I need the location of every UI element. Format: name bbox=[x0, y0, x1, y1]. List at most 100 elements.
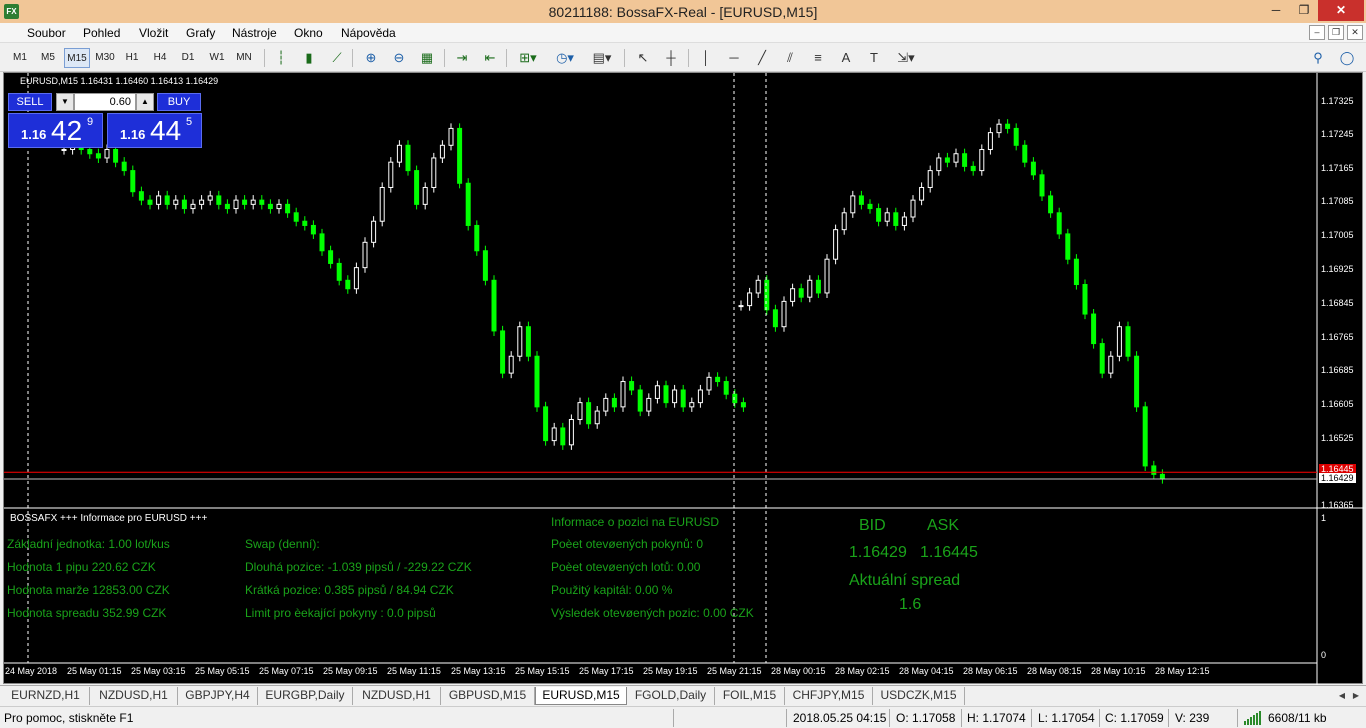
candle-body bbox=[190, 203, 196, 210]
status-separator bbox=[1031, 709, 1032, 727]
timeframe-m1[interactable]: M1 bbox=[9, 48, 31, 68]
zoom-out-icon[interactable]: ⊖ bbox=[388, 48, 410, 68]
candle-body bbox=[491, 279, 497, 332]
candle-body bbox=[362, 241, 368, 269]
timeframe-m15[interactable]: M15 bbox=[64, 48, 90, 68]
sell-button[interactable]: SELL bbox=[8, 93, 52, 111]
price-axis-label: 1.17245 bbox=[1321, 129, 1354, 139]
periods-clock-icon[interactable]: ◷▾ bbox=[550, 48, 580, 68]
sell-quote[interactable]: 1.16 42 9 bbox=[8, 113, 103, 148]
menu-charts[interactable]: Grafy bbox=[183, 25, 218, 41]
zoom-in-icon[interactable]: ⊕ bbox=[360, 48, 382, 68]
status-separator bbox=[889, 709, 890, 727]
tab-gbpusd-m15[interactable]: GBPUSD,M15 bbox=[441, 687, 535, 705]
candle-body bbox=[1073, 258, 1079, 286]
timeframe-m30[interactable]: M30 bbox=[92, 48, 118, 68]
status-separator bbox=[961, 709, 962, 727]
menu-file[interactable]: Soubor bbox=[24, 25, 69, 41]
menu-help[interactable]: Nápověda bbox=[338, 25, 399, 41]
candle-body bbox=[841, 212, 847, 231]
tab-chfjpy-m15[interactable]: CHFJPY,M15 bbox=[785, 687, 873, 705]
tab-eurnzd-h1[interactable]: EURNZD,H1 bbox=[2, 687, 90, 705]
candle-body bbox=[199, 199, 205, 205]
text-label-icon[interactable]: T bbox=[863, 48, 885, 68]
candle-body bbox=[858, 195, 864, 205]
timeframe-d1[interactable]: D1 bbox=[178, 48, 198, 68]
timeframe-mn[interactable]: MN bbox=[232, 48, 256, 68]
tab-usdczk-m15[interactable]: USDCZK,M15 bbox=[873, 687, 965, 705]
buy-quote[interactable]: 1.16 44 5 bbox=[107, 113, 202, 148]
price-axis-label: 1.17325 bbox=[1321, 96, 1354, 106]
arrows-icon[interactable]: ⇲▾ bbox=[891, 48, 921, 68]
candle-body bbox=[1056, 212, 1062, 235]
candle-body bbox=[302, 220, 308, 226]
horizontal-line-icon[interactable]: ─ bbox=[723, 48, 745, 68]
timeframe-h1[interactable]: H1 bbox=[122, 48, 142, 68]
status-separator bbox=[1237, 709, 1238, 727]
tab-fgold-daily[interactable]: FGOLD,Daily bbox=[627, 687, 715, 705]
fibonacci-icon[interactable]: ≡ bbox=[807, 48, 829, 68]
vertical-line-icon[interactable]: │ bbox=[695, 48, 717, 68]
menu-window[interactable]: Okno bbox=[291, 25, 326, 41]
tab-eurgbp-daily[interactable]: EURGBP,Daily bbox=[258, 687, 353, 705]
lot-size-input[interactable]: 0.60 bbox=[74, 93, 136, 111]
bid-value: 1.16429 bbox=[849, 544, 907, 561]
tab-gbpjpy-h4[interactable]: GBPJPY,H4 bbox=[178, 687, 258, 705]
buy-quote-pips: 44 bbox=[150, 115, 182, 146]
candle-body bbox=[104, 149, 110, 159]
time-axis-label: 25 May 17:15 bbox=[579, 666, 634, 676]
tab-nzdusd-h1-2[interactable]: NZDUSD,H1 bbox=[353, 687, 441, 705]
cursor-icon[interactable]: ↖ bbox=[632, 48, 654, 68]
timeframe-h4[interactable]: H4 bbox=[150, 48, 170, 68]
templates-icon[interactable]: ▤▾ bbox=[587, 48, 617, 68]
candle-body bbox=[457, 127, 463, 184]
timeframe-w1[interactable]: W1 bbox=[206, 48, 228, 68]
status-help-text: Pro pomoc, stiskněte F1 bbox=[4, 711, 134, 725]
timeframe-m5[interactable]: M5 bbox=[37, 48, 59, 68]
window-title: 80211188: BossaFX-Real - [EURUSD,M15] bbox=[548, 4, 818, 20]
crosshair-icon[interactable]: ┼ bbox=[660, 48, 682, 68]
candlestick-chart-icon[interactable]: ▮ bbox=[298, 48, 320, 68]
candle-body bbox=[181, 199, 187, 210]
close-button[interactable]: ✕ bbox=[1318, 0, 1364, 21]
chart-close-button[interactable]: ✕ bbox=[1347, 25, 1363, 40]
candle-body bbox=[508, 355, 514, 374]
menu-view[interactable]: Pohled bbox=[80, 25, 123, 41]
time-axis-label: 28 May 04:15 bbox=[899, 666, 954, 676]
tab-nzdusd-h1[interactable]: NZDUSD,H1 bbox=[90, 687, 178, 705]
chart-area[interactable]: EURUSD,M15 1.16431 1.16460 1.16413 1.164… bbox=[3, 72, 1364, 685]
autoscroll-icon[interactable]: ⇥ bbox=[451, 48, 473, 68]
lot-decrease-button[interactable]: ▼ bbox=[56, 93, 74, 111]
tabs-scroll-right-icon[interactable]: ▶ bbox=[1350, 689, 1362, 702]
chart-minimize-button[interactable]: – bbox=[1309, 25, 1325, 40]
bar-chart-icon[interactable]: ┆ bbox=[270, 48, 292, 68]
tabs-scroll-left-icon[interactable]: ◀ bbox=[1336, 689, 1348, 702]
candle-body bbox=[884, 212, 890, 222]
restore-button[interactable]: ❐ bbox=[1290, 0, 1318, 21]
candle-body bbox=[586, 402, 592, 425]
buy-button[interactable]: BUY bbox=[157, 93, 201, 111]
indicators-icon[interactable]: ⊞▾ bbox=[513, 48, 543, 68]
equidistant-channel-icon[interactable]: ⫽ bbox=[779, 48, 801, 68]
chart-shift-icon[interactable]: ⇤ bbox=[479, 48, 501, 68]
tab-foil-m15[interactable]: FOIL,M15 bbox=[715, 687, 785, 705]
time-axis-label: 28 May 12:15 bbox=[1155, 666, 1210, 676]
line-chart-icon[interactable]: ⟋ bbox=[326, 48, 348, 68]
minimize-button[interactable]: ─ bbox=[1262, 0, 1290, 21]
candle-body bbox=[353, 267, 359, 290]
chart-restore-button[interactable]: ❐ bbox=[1328, 25, 1344, 40]
chart-canvas[interactable] bbox=[4, 73, 1364, 685]
candle-body bbox=[910, 199, 916, 218]
menu-insert[interactable]: Vložit bbox=[136, 25, 171, 41]
trendline-icon[interactable]: ╱ bbox=[751, 48, 773, 68]
buy-quote-fraction: 5 bbox=[186, 116, 193, 128]
tab-eurusd-m15[interactable]: EURUSD,M15 bbox=[535, 687, 627, 705]
menu-tools[interactable]: Nástroje bbox=[229, 25, 280, 41]
candle-body bbox=[594, 410, 600, 425]
info-base-unit: Základní jednotka: 1.00 lot/kus bbox=[7, 537, 170, 551]
text-tool-icon[interactable]: A bbox=[835, 48, 857, 68]
chat-icon[interactable]: ◯ bbox=[1336, 48, 1358, 68]
search-icon[interactable]: ⚲ bbox=[1307, 48, 1329, 68]
tile-windows-icon[interactable]: ▦ bbox=[416, 48, 438, 68]
lot-increase-button[interactable]: ▲ bbox=[136, 93, 154, 111]
